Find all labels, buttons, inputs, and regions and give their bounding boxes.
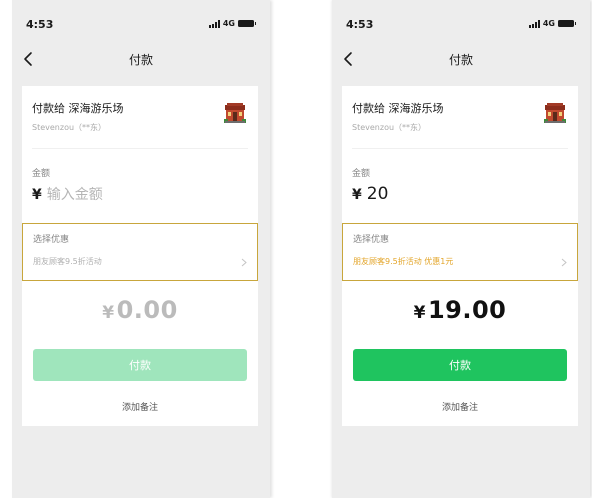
payable-total: ¥0.00 <box>22 296 258 324</box>
store-avatar-icon <box>224 103 246 123</box>
payee-account: Stevenzou（**东） <box>352 123 427 132</box>
amount-label: 金额 <box>32 169 51 179</box>
amount-input[interactable]: 20 <box>367 184 517 204</box>
divider <box>352 148 568 149</box>
phone-screen-filled: 4:53 4G 付款 付款给 深海游乐场 Stevenzou（**东） 金额 ¥… <box>332 0 590 498</box>
total-value: 19.00 <box>427 296 507 324</box>
network-label: 4G <box>222 19 235 28</box>
add-remark-link[interactable]: 添加备注 <box>22 400 258 413</box>
payee-account: Stevenzou（**东） <box>32 123 107 132</box>
payment-card: 付款给 深海游乐场 Stevenzou（**东） 金额 ¥ 20 选择优惠 朋友… <box>342 86 578 426</box>
payee-name: 付款给 深海游乐场 <box>352 102 444 115</box>
discount-option[interactable]: 朋友顾客9.5折活动 <box>33 256 249 272</box>
page-title: 付款 <box>448 53 473 67</box>
network-label: 4G <box>542 19 555 28</box>
pay-button[interactable]: 付款 <box>353 349 567 381</box>
total-value: 0.00 <box>116 296 178 324</box>
phone-screen-empty: 4:53 4G 付款 付款给 深海游乐场 Stevenzou（**东） 金额 ¥… <box>12 0 270 498</box>
status-indicators: 4G <box>208 19 256 28</box>
page-title: 付款 <box>128 53 153 67</box>
store-avatar-icon <box>544 103 566 123</box>
chevron-right-icon <box>561 258 567 267</box>
battery-icon <box>558 20 576 27</box>
total-currency: ¥ <box>413 303 426 323</box>
divider <box>32 148 248 149</box>
discount-option-label: 朋友顾客9.5折活动 <box>33 257 102 266</box>
payee-name: 付款给 深海游乐场 <box>32 102 124 115</box>
discount-title: 选择优惠 <box>33 235 70 245</box>
signal-icon <box>528 19 540 28</box>
status-time: 4:53 <box>26 18 54 31</box>
amount-label: 金额 <box>352 169 371 179</box>
discount-selector[interactable]: 选择优惠 朋友顾客9.5折活动 优惠1元 <box>342 223 578 281</box>
discount-title: 选择优惠 <box>353 235 390 245</box>
currency-symbol: ¥ <box>32 187 42 203</box>
payee-info: 付款给 深海游乐场 Stevenzou（**东） <box>32 100 124 133</box>
pay-button[interactable]: 付款 <box>33 349 247 381</box>
status-bar: 4:53 4G <box>332 14 590 34</box>
payee-info: 付款给 深海游乐场 Stevenzou（**东） <box>352 100 444 133</box>
discount-selector[interactable]: 选择优惠 朋友顾客9.5折活动 <box>22 223 258 281</box>
status-bar: 4:53 4G <box>12 14 270 34</box>
status-time: 4:53 <box>346 18 374 31</box>
chevron-right-icon <box>241 258 247 267</box>
nav-bar: 付款 <box>12 44 270 74</box>
battery-icon <box>238 20 256 27</box>
status-indicators: 4G <box>528 19 576 28</box>
payable-total: ¥19.00 <box>342 296 578 324</box>
discount-option-label: 朋友顾客9.5折活动 优惠1元 <box>353 257 454 266</box>
signal-icon <box>208 19 220 28</box>
amount-field[interactable]: ¥ 20 <box>352 184 517 204</box>
payment-card: 付款给 深海游乐场 Stevenzou（**东） 金额 ¥ 输入金额 选择优惠 … <box>22 86 258 426</box>
amount-field[interactable]: ¥ 输入金额 <box>32 184 197 204</box>
total-currency: ¥ <box>102 303 115 323</box>
amount-input[interactable]: 输入金额 <box>47 184 197 204</box>
currency-symbol: ¥ <box>352 187 362 203</box>
add-remark-link[interactable]: 添加备注 <box>342 400 578 413</box>
nav-bar: 付款 <box>332 44 590 74</box>
discount-option[interactable]: 朋友顾客9.5折活动 优惠1元 <box>353 256 569 272</box>
